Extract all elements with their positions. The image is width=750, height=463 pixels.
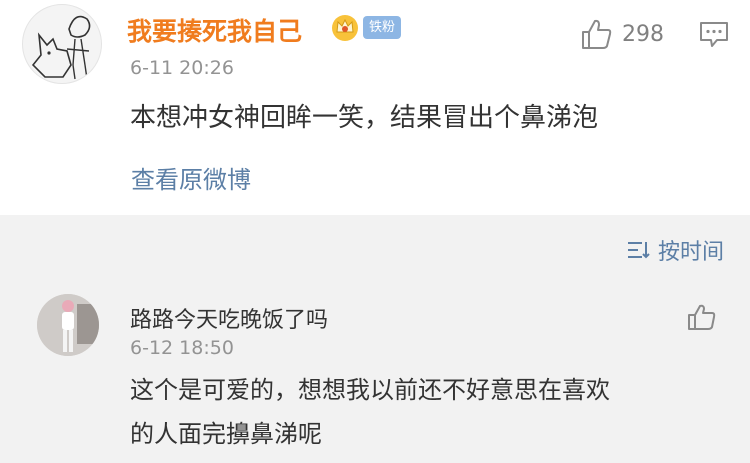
reply-avatar-image [37,294,99,356]
view-original-link[interactable]: 查看原微博 [131,160,251,195]
reply-username[interactable]: 路路今天吃晚饭了吗 [130,302,328,334]
reply-avatar[interactable] [37,294,99,356]
sort-icon [627,242,650,259]
like-count: 298 [622,21,664,47]
post-username[interactable]: 我要揍死我自己 [127,12,302,48]
post-text: 本想冲女神回眸一笑，结果冒出个鼻涕泡 [130,103,599,133]
user-avatar[interactable] [22,4,102,84]
post-card: 我要揍死我自己 铁粉 6-11 20:26 298 本想冲女神回眸一笑，结果冒出… [0,0,750,215]
sketch-dog-avatar-image [31,15,91,80]
sort-by-time-button[interactable]: 按时间 [626,234,724,266]
like-button[interactable]: 298 [580,18,664,50]
reply-text-line1: 这个是可爱的，想想我以前还不好意思在喜欢 [130,376,610,404]
sort-label: 按时间 [657,240,724,265]
thumbs-up-icon [582,19,612,49]
vip-crown-icon [332,15,358,41]
reply-text-line2: 的人面完擤鼻涕呢 [130,420,322,448]
post-timestamp: 6-11 20:26 [130,57,234,79]
reply-thumbs-up-icon[interactable] [687,303,717,331]
comment-icon[interactable] [699,20,729,48]
reply-timestamp: 6-12 18:50 [130,337,234,359]
fan-badge: 铁粉 [363,16,401,39]
